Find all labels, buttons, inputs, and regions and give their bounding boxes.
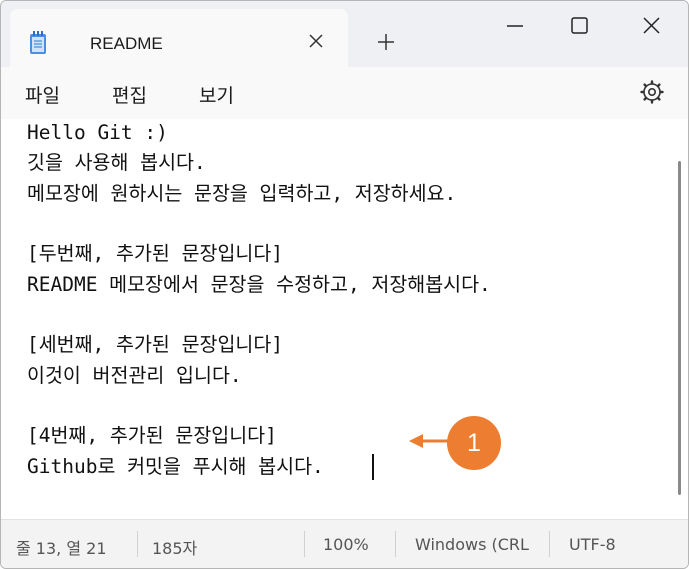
status-bar: 줄 13, 열 21 185자 100% Windows (CRL UTF-8 — [1, 519, 688, 568]
window-close-icon[interactable] — [636, 13, 666, 39]
callout-badge: 1 — [447, 416, 501, 470]
tab-readme[interactable]: README — [10, 9, 348, 67]
editor-line: 이것이 버전관리 입니다. — [27, 364, 242, 387]
editor-line: [두번째, 추가된 문장입니다] — [27, 242, 284, 265]
text-caret — [372, 454, 374, 480]
status-encoding[interactable]: UTF-8 — [569, 535, 616, 554]
editor-line: Hello Git :) — [27, 121, 168, 144]
status-char-count: 185자 — [152, 539, 198, 558]
editor-line: README 메모장에서 문장을 수정하고, 저장해봅시다. — [27, 273, 491, 296]
status-divider — [395, 531, 396, 557]
editor-line: 깃을 사용해 봅시다. — [27, 151, 206, 174]
tab-title: README — [90, 34, 163, 53]
notepad-icon — [30, 31, 46, 54]
vertical-scrollbar[interactable] — [678, 161, 681, 495]
title-bar: README — [1, 1, 688, 67]
plus-icon[interactable] — [375, 31, 397, 53]
status-divider — [304, 531, 305, 557]
status-cursor-position: 줄 13, 열 21 — [16, 539, 107, 558]
notepad-window: README 파일 편집 보기 Hello Git:) 깃을 사용해 봅시다.… — [0, 0, 689, 569]
editor-line: 메모장에 원하시는 문장을 입력하고, 저장하세요. — [27, 182, 457, 205]
close-icon[interactable] — [306, 31, 326, 51]
gear-icon[interactable] — [639, 79, 665, 105]
minimize-icon[interactable] — [500, 13, 530, 39]
maximize-icon[interactable] — [564, 13, 594, 39]
menu-view[interactable]: 보기 — [199, 81, 234, 108]
editor-line: Github로 커밋을 푸시해 봅시다. — [27, 455, 324, 478]
text-editor[interactable]: Hello Git :) 깃을 사용해 봅시다. 메모장에 원하시는 문장을 입… — [1, 119, 688, 519]
status-divider — [549, 531, 550, 557]
editor-line: [4번째, 추가된 문장입니다] — [27, 424, 277, 447]
status-divider — [137, 531, 138, 557]
menu-file[interactable]: 파일 — [25, 81, 60, 108]
editor-line: [세번째, 추가된 문장입니다] — [27, 333, 284, 356]
menu-edit[interactable]: 편집 — [112, 81, 147, 108]
menu-bar: 파일 편집 보기 — [1, 67, 688, 120]
status-line-ending[interactable]: Windows (CRL — [415, 535, 539, 554]
status-zoom[interactable]: 100% — [323, 535, 369, 554]
